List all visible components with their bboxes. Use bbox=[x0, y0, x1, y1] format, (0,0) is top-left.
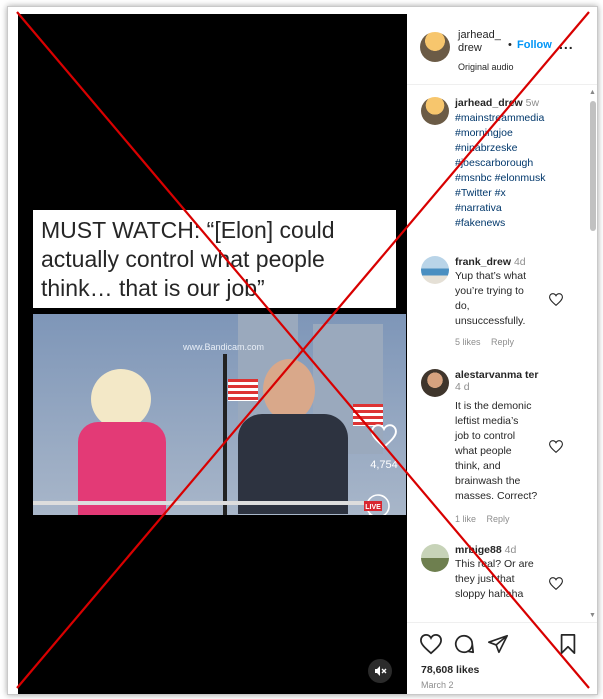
hashtag-link[interactable]: #Twitter #x bbox=[455, 186, 545, 201]
comment-author[interactable]: jarhead_drew 5w bbox=[455, 97, 539, 109]
scroll-up-arrow-icon[interactable]: ▲ bbox=[589, 89, 596, 96]
flag-graphic bbox=[353, 404, 383, 426]
comment-text: Yup that’s what you’re trying to do, uns… bbox=[455, 269, 526, 329]
caption-comment: jarhead_drew 5w #mainstreammedia #mornin… bbox=[421, 97, 591, 247]
reply-button[interactable]: Reply bbox=[491, 337, 514, 347]
share-paper-plane-icon[interactable] bbox=[487, 633, 509, 655]
hashtag-link[interactable]: #fakenews bbox=[455, 216, 545, 231]
avatar[interactable] bbox=[421, 544, 449, 572]
comment-line: It is the demonic bbox=[455, 400, 532, 412]
comment-line: think, and bbox=[455, 460, 501, 472]
comment-time: 4d bbox=[504, 544, 517, 556]
video-caption: MUST WATCH: “[Elon] could actually contr… bbox=[41, 216, 391, 303]
comment-line: what people bbox=[455, 445, 512, 457]
hashtag-link[interactable]: #narrativa bbox=[455, 201, 545, 216]
comment-text: This real? Or are they just that sloppy … bbox=[455, 557, 534, 602]
caption-line: think… that is our job” bbox=[41, 275, 265, 301]
comment-line: This real? Or are bbox=[455, 558, 534, 570]
comment-line: you’re trying to bbox=[455, 285, 524, 297]
comment-item: alestarvanma ter 4 d It is the demonic l… bbox=[421, 369, 591, 529]
separator-dot: • bbox=[508, 39, 512, 51]
comment-time: 4d bbox=[513, 256, 526, 268]
follow-button[interactable]: Follow bbox=[517, 39, 552, 51]
post-date: March 2 bbox=[421, 680, 454, 690]
comment-author[interactable]: frank_drew 4d bbox=[455, 256, 526, 268]
comment-bubble-icon[interactable]: LIVE bbox=[363, 492, 393, 515]
comment-likes[interactable]: 5 likes bbox=[455, 337, 481, 347]
more-options-button[interactable]: ... bbox=[559, 36, 574, 52]
like-heart-icon[interactable] bbox=[420, 633, 442, 655]
comment-line: job to control bbox=[455, 430, 516, 442]
comment-item: frank_drew 4d Yup that’s what you’re try… bbox=[421, 256, 591, 356]
post-header: jarhead_ drew • Follow ... Original audi… bbox=[407, 14, 597, 85]
hashtag-link[interactable]: #msnbc #elonmusk bbox=[455, 171, 545, 186]
speaker-muted-icon bbox=[375, 666, 387, 676]
news-ticker-bar bbox=[33, 501, 373, 505]
comment-line: they just that bbox=[455, 573, 515, 585]
news-clip-frame: www.Bandicam.com 4,754 LIVE bbox=[33, 314, 406, 515]
hashtag-link[interactable]: #mainstreammedia bbox=[455, 111, 545, 126]
mute-button[interactable] bbox=[368, 659, 392, 683]
anchor-right-body bbox=[238, 414, 348, 514]
audio-label[interactable]: Original audio bbox=[458, 62, 514, 72]
comment-meta: 5 likes Reply bbox=[455, 337, 522, 347]
caption-line: actually control what people bbox=[41, 246, 325, 272]
hashtag-link[interactable]: #morningjoe bbox=[455, 126, 545, 141]
comment-author[interactable]: alestarvanma ter 4 d bbox=[455, 369, 545, 393]
comment-line: brainwash the bbox=[455, 475, 521, 487]
post-actions-bar: 78,608 likes March 2 bbox=[407, 622, 597, 694]
comment-meta: 1 like Reply bbox=[455, 514, 518, 524]
comment-text: It is the demonic leftist media’s job to… bbox=[455, 399, 537, 504]
heart-overlay-icon[interactable] bbox=[371, 424, 397, 448]
flag-graphic bbox=[228, 379, 258, 401]
avatar[interactable] bbox=[421, 369, 449, 397]
split-divider bbox=[223, 354, 227, 515]
comment-username[interactable]: mrbige88 bbox=[455, 544, 502, 556]
bookmark-icon[interactable] bbox=[557, 633, 579, 655]
comment-likes[interactable]: 1 like bbox=[455, 514, 476, 524]
comment-username[interactable]: frank_drew bbox=[455, 256, 511, 268]
total-likes[interactable]: 78,608 likes bbox=[421, 664, 479, 676]
hashtag-link[interactable]: #ninabrzeske bbox=[455, 141, 545, 156]
comment-username[interactable]: alestarvanma ter bbox=[455, 369, 538, 381]
post-sidebar: jarhead_ drew • Follow ... Original audi… bbox=[407, 14, 597, 694]
heart-icon[interactable] bbox=[549, 293, 563, 306]
hashtag-list: #mainstreammedia #morningjoe #ninabrzesk… bbox=[455, 111, 545, 231]
comment-time: 5w bbox=[525, 97, 540, 109]
video-caption-card: MUST WATCH: “[Elon] could actually contr… bbox=[33, 210, 396, 308]
avatar[interactable] bbox=[421, 97, 449, 125]
anchor-right-head bbox=[263, 359, 315, 421]
comment-time: 4 d bbox=[455, 381, 470, 393]
comment-icon[interactable] bbox=[453, 633, 475, 655]
live-label: LIVE bbox=[365, 504, 381, 511]
avatar[interactable] bbox=[421, 256, 449, 284]
hashtag-link[interactable]: #joescarborough bbox=[455, 156, 545, 171]
comment-line: sloppy hahaha bbox=[455, 588, 524, 600]
video-player[interactable]: MUST WATCH: “[Elon] could actually contr… bbox=[18, 14, 407, 694]
comment-author[interactable]: mrbige88 4d bbox=[455, 544, 516, 556]
comment-line: do, bbox=[455, 300, 470, 312]
comment-username[interactable]: jarhead_drew bbox=[455, 97, 523, 109]
instagram-post-window: MUST WATCH: “[Elon] could actually contr… bbox=[7, 6, 598, 695]
caption-line: MUST WATCH: “[Elon] could bbox=[41, 217, 335, 243]
anchor-left-head bbox=[91, 369, 151, 429]
comment-line: Yup that’s what bbox=[455, 270, 527, 282]
comment-line: leftist media’s bbox=[455, 415, 519, 427]
heart-icon[interactable] bbox=[549, 577, 563, 590]
video-like-count: 4,754 bbox=[370, 459, 398, 471]
comment-line: masses. Correct? bbox=[455, 490, 538, 502]
recording-watermark: www.Bandicam.com bbox=[183, 342, 265, 352]
comment-item: mrbige88 4d This real? Or are they just … bbox=[421, 544, 591, 614]
avatar[interactable] bbox=[420, 32, 450, 62]
comment-line: unsuccessfully. bbox=[455, 315, 526, 327]
heart-icon[interactable] bbox=[549, 440, 563, 453]
reply-button[interactable]: Reply bbox=[487, 514, 510, 524]
